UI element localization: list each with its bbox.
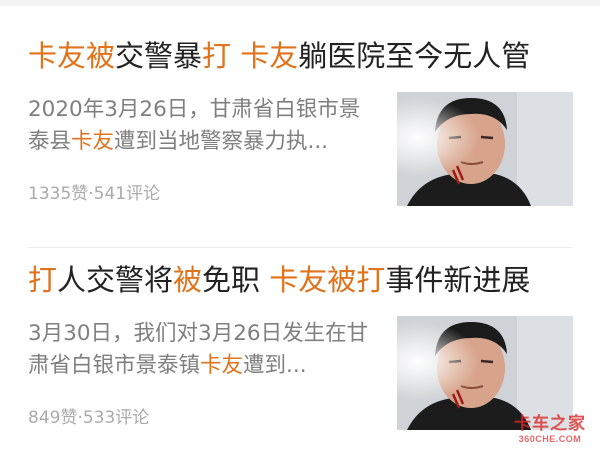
headline-segment: 人交警将 (57, 263, 174, 297)
headline-segment: 躺医院至今无人管 (298, 39, 531, 73)
watermark-logo-text: 卡车之家 (514, 414, 586, 433)
news-meta: 1335赞·541评论 (28, 179, 160, 204)
site-watermark: 卡车之家 360CHE.COM (508, 409, 592, 444)
like-count: 1335赞 (28, 184, 89, 204)
news-summary: 2020年3月26日，甘肃省白银市景泰县卡友遭到当地警察暴力执... (28, 94, 373, 158)
news-meta: 849赞·533评论 (28, 403, 149, 428)
summary-segment: 3月30日，我们对3月26日发生在甘肃省白银市景泰镇 (28, 321, 369, 378)
headline-segment: 打 (28, 263, 58, 297)
headline-segment: 被 (327, 263, 357, 297)
summary-segment: 遭到当地警察暴力执... (114, 129, 329, 154)
comment-count: 541评论 (93, 184, 161, 204)
summary-segment: 卡友 (200, 353, 244, 378)
watermark-url: 360CHE.COM (518, 434, 582, 444)
headline-segment: 交警暴 (115, 39, 203, 73)
headline-segment: 被 (173, 263, 203, 297)
top-divider (0, 0, 600, 6)
person-photo-icon (397, 92, 573, 206)
comment-count: 533评论 (82, 408, 150, 428)
headline-segment: 卡友 (269, 263, 328, 297)
headline-segment: 被 (86, 39, 116, 73)
like-count: 849赞 (28, 408, 78, 428)
summary-segment: 卡友 (71, 129, 115, 154)
headline-segment: 打 (356, 263, 386, 297)
headline-segment (231, 39, 240, 73)
news-summary: 3月30日，我们对3月26日发生在甘肃省白银市景泰镇卡友遭到... (28, 318, 373, 382)
headline-segment: 卡友 (28, 39, 87, 73)
news-thumbnail[interactable] (397, 92, 573, 206)
headline-segment: 事件新进展 (385, 263, 531, 297)
news-headline[interactable]: 打人交警将被免职 卡友被打事件新进展 (28, 260, 530, 300)
headline-segment: 打 (202, 39, 232, 73)
news-card[interactable]: 卡友被交警暴打 卡友躺医院至今无人管 2020年3月26日，甘肃省白银市景泰县卡… (0, 16, 600, 248)
headline-segment: 免职 (202, 263, 270, 297)
summary-segment: 遭到... (243, 353, 307, 378)
news-headline[interactable]: 卡友被交警暴打 卡友躺医院至今无人管 (28, 36, 530, 76)
headline-segment: 卡友 (240, 39, 299, 73)
